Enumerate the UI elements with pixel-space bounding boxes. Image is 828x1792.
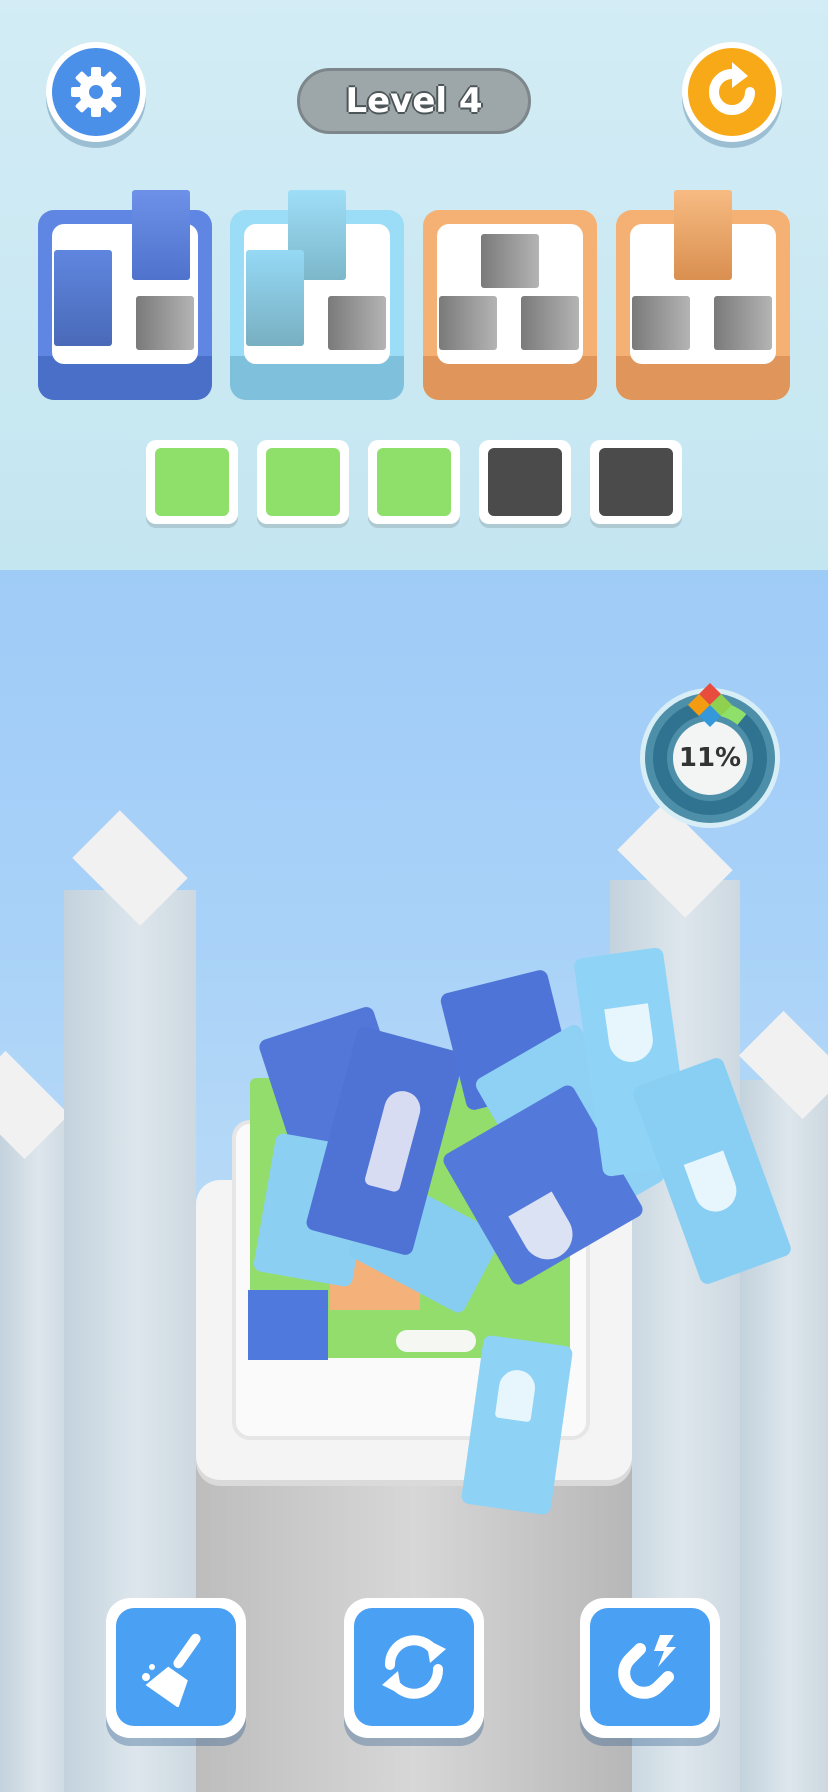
tray-slot [590,440,682,524]
restart-button[interactable] [682,42,782,142]
progress-ring: 11% [640,683,780,828]
level-indicator: Level 4 [297,68,531,134]
goal-empty-cell [632,296,690,350]
tray-slot [479,440,571,524]
goal-block [54,250,112,346]
goal-empty-cell [328,296,386,350]
goal-slot-orange-2 [616,190,790,400]
restart-arrow-icon [709,62,755,115]
goal-block [132,190,190,280]
background-pillar [0,1110,70,1792]
broom-icon [142,1633,201,1707]
settings-button[interactable] [46,42,146,142]
tray-block [155,448,229,516]
goal-empty-cell [481,234,539,288]
tray-slot [368,440,460,524]
goal-empty-cell [136,296,194,350]
gear-icon [71,67,121,117]
tray-block [377,448,451,516]
broom-button[interactable] [106,1598,246,1738]
shuffle-button[interactable] [344,1598,484,1738]
goal-slot-orange-1 [423,210,597,400]
goal-slot-dark-blue [38,190,212,400]
color-diamond-icon [688,683,732,727]
goal-empty-cell [521,296,579,350]
tray-empty [599,448,673,516]
progress-percent: 11% [673,721,747,795]
tray-slot [146,440,238,524]
tray-empty [488,448,562,516]
white-arrow-mark [396,1330,476,1352]
goal-empty-cell [439,296,497,350]
goal-empty-cell [714,296,772,350]
goal-block [674,190,732,280]
goal-slot-light-blue [230,190,404,400]
magnet-button[interactable] [580,1598,720,1738]
tray-slot [257,440,349,524]
magnet-icon [618,1635,676,1699]
goal-block [246,250,304,346]
tray-block [266,448,340,516]
dark-blue-block[interactable] [248,1290,328,1360]
shuffle-icon [382,1635,446,1699]
